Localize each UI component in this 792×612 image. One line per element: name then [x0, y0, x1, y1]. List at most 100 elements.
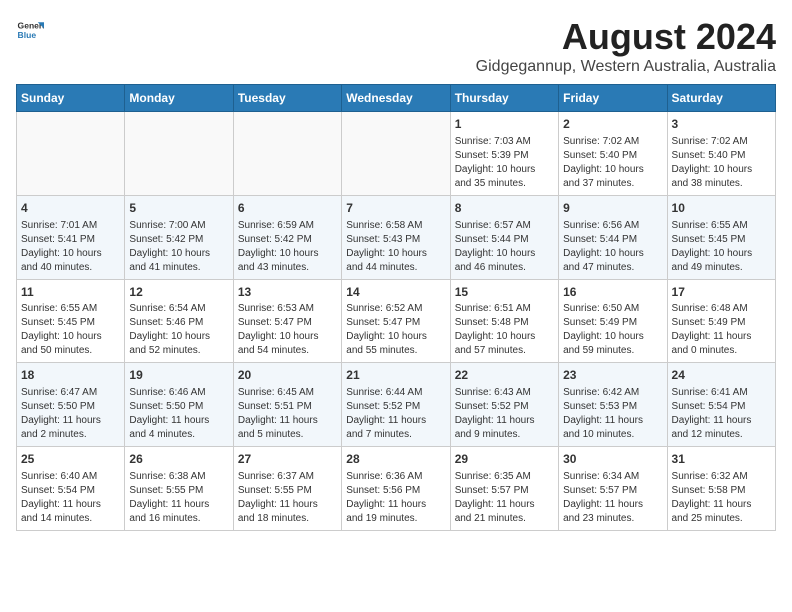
- cell-info-line: Daylight: 11 hours: [455, 414, 554, 428]
- cell-info-line: Sunset: 5:41 PM: [21, 233, 120, 247]
- cell-info-line: Sunrise: 6:34 AM: [563, 470, 662, 484]
- calendar-cell: 25Sunrise: 6:40 AMSunset: 5:54 PMDayligh…: [17, 447, 125, 531]
- day-number: 19: [129, 367, 228, 384]
- calendar-week-row: 4Sunrise: 7:01 AMSunset: 5:41 PMDaylight…: [17, 195, 776, 279]
- cell-info-line: Sunrise: 6:54 AM: [129, 302, 228, 316]
- calendar-cell: 23Sunrise: 6:42 AMSunset: 5:53 PMDayligh…: [559, 363, 667, 447]
- day-number: 31: [672, 451, 771, 468]
- day-number: 8: [455, 200, 554, 217]
- cell-info-line: and 46 minutes.: [455, 261, 554, 275]
- page-header: General Blue August 2024 Gidgegannup, We…: [16, 16, 776, 76]
- title-block: August 2024 Gidgegannup, Western Austral…: [476, 16, 776, 76]
- day-number: 9: [563, 200, 662, 217]
- cell-info-line: and 2 minutes.: [21, 428, 120, 442]
- cell-info-line: Sunrise: 6:41 AM: [672, 386, 771, 400]
- calendar-table: SundayMondayTuesdayWednesdayThursdayFrid…: [16, 84, 776, 531]
- cell-info-line: Sunrise: 6:45 AM: [238, 386, 337, 400]
- cell-info-line: and 21 minutes.: [455, 512, 554, 526]
- day-of-week-header: Monday: [125, 85, 233, 112]
- cell-info-line: Daylight: 10 hours: [455, 330, 554, 344]
- cell-info-line: Sunset: 5:40 PM: [563, 149, 662, 163]
- cell-info-line: Sunset: 5:57 PM: [563, 484, 662, 498]
- cell-info-line: Sunrise: 6:36 AM: [346, 470, 445, 484]
- cell-info-line: Daylight: 11 hours: [672, 414, 771, 428]
- day-number: 2: [563, 116, 662, 133]
- cell-info-line: Sunset: 5:57 PM: [455, 484, 554, 498]
- cell-info-line: Sunset: 5:45 PM: [672, 233, 771, 247]
- cell-info-line: Daylight: 10 hours: [563, 330, 662, 344]
- day-of-week-header: Tuesday: [233, 85, 341, 112]
- cell-info-line: Daylight: 10 hours: [563, 247, 662, 261]
- day-number: 29: [455, 451, 554, 468]
- cell-info-line: Sunset: 5:58 PM: [672, 484, 771, 498]
- day-number: 3: [672, 116, 771, 133]
- cell-info-line: Daylight: 10 hours: [672, 247, 771, 261]
- cell-info-line: and 10 minutes.: [563, 428, 662, 442]
- cell-info-line: Sunrise: 6:50 AM: [563, 302, 662, 316]
- cell-info-line: and 25 minutes.: [672, 512, 771, 526]
- calendar-cell: [17, 112, 125, 196]
- cell-info-line: Sunset: 5:46 PM: [129, 316, 228, 330]
- cell-info-line: and 35 minutes.: [455, 177, 554, 191]
- cell-info-line: Daylight: 11 hours: [672, 498, 771, 512]
- calendar-cell: 1Sunrise: 7:03 AMSunset: 5:39 PMDaylight…: [450, 112, 558, 196]
- day-number: 14: [346, 284, 445, 301]
- cell-info-line: and 44 minutes.: [346, 261, 445, 275]
- cell-info-line: Sunset: 5:51 PM: [238, 400, 337, 414]
- day-number: 25: [21, 451, 120, 468]
- calendar-cell: 11Sunrise: 6:55 AMSunset: 5:45 PMDayligh…: [17, 279, 125, 363]
- cell-info-line: Daylight: 10 hours: [455, 247, 554, 261]
- cell-info-line: Sunset: 5:55 PM: [238, 484, 337, 498]
- logo-icon: General Blue: [16, 16, 44, 44]
- day-number: 18: [21, 367, 120, 384]
- cell-info-line: and 49 minutes.: [672, 261, 771, 275]
- calendar-cell: 18Sunrise: 6:47 AMSunset: 5:50 PMDayligh…: [17, 363, 125, 447]
- cell-info-line: Sunrise: 6:37 AM: [238, 470, 337, 484]
- cell-info-line: Daylight: 10 hours: [346, 247, 445, 261]
- cell-info-line: Daylight: 11 hours: [563, 498, 662, 512]
- day-number: 1: [455, 116, 554, 133]
- cell-info-line: Daylight: 11 hours: [21, 414, 120, 428]
- calendar-cell: 8Sunrise: 6:57 AMSunset: 5:44 PMDaylight…: [450, 195, 558, 279]
- cell-info-line: Sunrise: 6:55 AM: [21, 302, 120, 316]
- cell-info-line: Sunrise: 6:32 AM: [672, 470, 771, 484]
- cell-info-line: and 52 minutes.: [129, 344, 228, 358]
- cell-info-line: Daylight: 10 hours: [346, 330, 445, 344]
- cell-info-line: and 12 minutes.: [672, 428, 771, 442]
- cell-info-line: Sunset: 5:52 PM: [346, 400, 445, 414]
- cell-info-line: Sunset: 5:53 PM: [563, 400, 662, 414]
- cell-info-line: Daylight: 11 hours: [238, 414, 337, 428]
- calendar-cell: 30Sunrise: 6:34 AMSunset: 5:57 PMDayligh…: [559, 447, 667, 531]
- cell-info-line: and 59 minutes.: [563, 344, 662, 358]
- cell-info-line: Sunrise: 7:02 AM: [672, 135, 771, 149]
- cell-info-line: Sunrise: 7:01 AM: [21, 219, 120, 233]
- cell-info-line: and 55 minutes.: [346, 344, 445, 358]
- cell-info-line: and 54 minutes.: [238, 344, 337, 358]
- day-number: 7: [346, 200, 445, 217]
- cell-info-line: Sunrise: 6:52 AM: [346, 302, 445, 316]
- cell-info-line: Daylight: 11 hours: [563, 414, 662, 428]
- cell-info-line: Sunrise: 6:51 AM: [455, 302, 554, 316]
- cell-info-line: Daylight: 11 hours: [129, 498, 228, 512]
- cell-info-line: Sunrise: 6:46 AM: [129, 386, 228, 400]
- calendar-cell: 16Sunrise: 6:50 AMSunset: 5:49 PMDayligh…: [559, 279, 667, 363]
- cell-info-line: Daylight: 10 hours: [563, 163, 662, 177]
- calendar-cell: 31 Sunrise: 6:32 AMSunset: 5:58 PMDayligh…: [667, 447, 775, 531]
- cell-info-line: and 9 minutes.: [455, 428, 554, 442]
- cell-info-line: Daylight: 11 hours: [672, 330, 771, 344]
- day-number: 21: [346, 367, 445, 384]
- calendar-cell: 27Sunrise: 6:37 AMSunset: 5:55 PMDayligh…: [233, 447, 341, 531]
- month-year-title: August 2024: [476, 16, 776, 58]
- calendar-cell: 9Sunrise: 6:56 AMSunset: 5:44 PMDaylight…: [559, 195, 667, 279]
- calendar-cell: 12Sunrise: 6:54 AMSunset: 5:46 PMDayligh…: [125, 279, 233, 363]
- day-of-week-header: Saturday: [667, 85, 775, 112]
- cell-info-line: and 0 minutes.: [672, 344, 771, 358]
- cell-info-line: Sunset: 5:40 PM: [672, 149, 771, 163]
- day-number: 20: [238, 367, 337, 384]
- cell-info-line: Sunrise: 6:44 AM: [346, 386, 445, 400]
- cell-info-line: Daylight: 10 hours: [129, 247, 228, 261]
- cell-info-line: Daylight: 10 hours: [455, 163, 554, 177]
- calendar-cell: [125, 112, 233, 196]
- cell-info-line: Daylight: 11 hours: [21, 498, 120, 512]
- day-number: 13: [238, 284, 337, 301]
